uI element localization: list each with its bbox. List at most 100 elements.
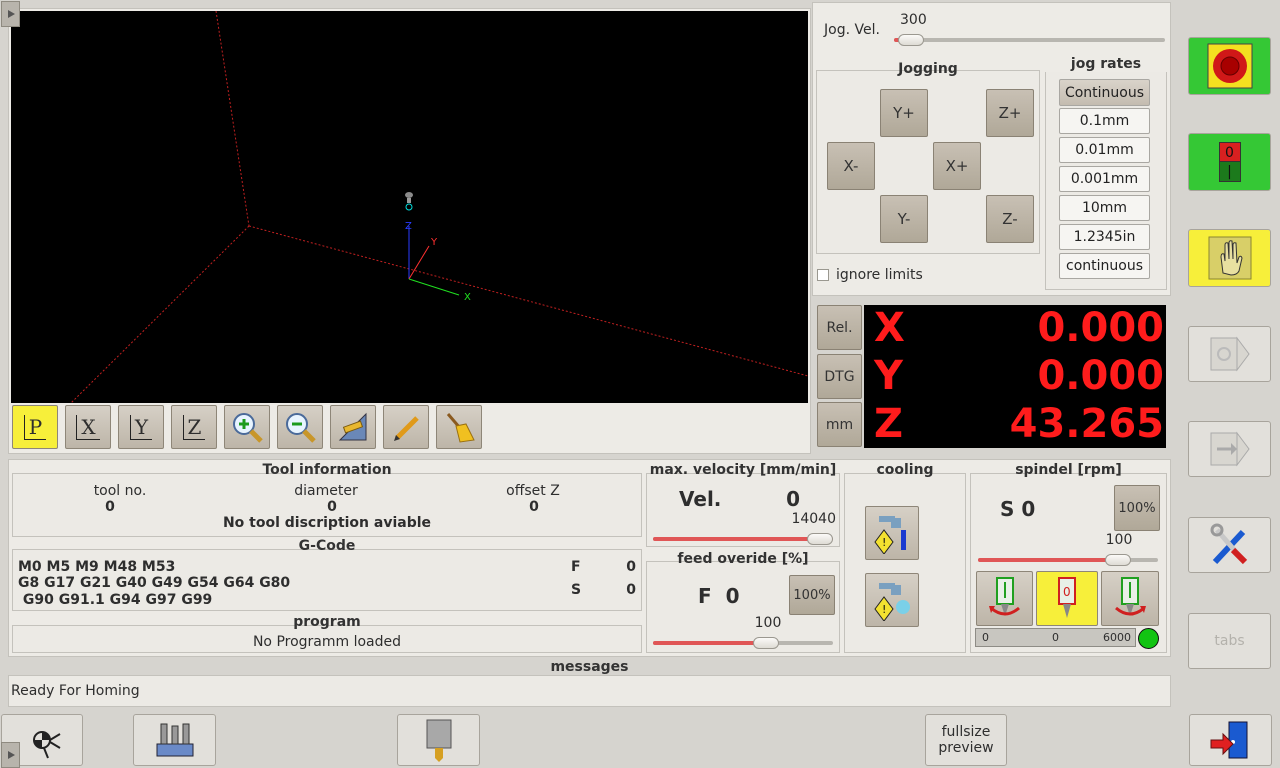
- emergency-stop-icon: [1207, 43, 1252, 89]
- feed-title: feed overide [%]: [677, 551, 809, 567]
- jog-rate-option[interactable]: continuous: [1059, 253, 1150, 279]
- velocity-fill: [653, 537, 833, 541]
- cooling-title: cooling: [876, 462, 934, 478]
- feed-slider[interactable]: [753, 637, 779, 649]
- mdi-mode-button[interactable]: [1188, 326, 1271, 382]
- jog-rate-option[interactable]: 1.2345in: [1059, 224, 1150, 250]
- jog-y-minus-button[interactable]: Y-: [880, 195, 928, 243]
- play-arrow-icon: [7, 751, 15, 759]
- measure-button[interactable]: [330, 405, 376, 449]
- coolant-mist-icon: !: [874, 583, 910, 621]
- jog-vel-value: 300: [900, 12, 927, 28]
- coolant-flood-button[interactable]: !: [865, 506, 919, 560]
- offset-z-value: 0: [529, 499, 539, 515]
- ignore-limits-label: ignore limits: [836, 267, 923, 283]
- spindle-ccw-button[interactable]: [976, 571, 1033, 626]
- tool-no-value: 0: [105, 499, 115, 515]
- touch-off-button[interactable]: [133, 714, 216, 766]
- gcode-line: M0 M5 M9 M48 M53: [18, 559, 176, 575]
- tools-icon: [1210, 523, 1247, 565]
- pencil-icon: [394, 416, 419, 441]
- diameter-value: 0: [327, 499, 337, 515]
- velocity-max: 14040: [791, 511, 836, 527]
- zoom-out-button[interactable]: [277, 405, 323, 449]
- jog-x-minus-button[interactable]: X-: [827, 142, 875, 190]
- spindle-stop-button[interactable]: 0: [1036, 571, 1098, 626]
- auto-arrow-icon: [1210, 431, 1250, 467]
- auto-mode-button[interactable]: [1188, 421, 1271, 477]
- tabs-button[interactable]: tabs: [1188, 613, 1271, 669]
- edit-button[interactable]: [383, 405, 429, 449]
- spindle-status-led: [1138, 628, 1159, 649]
- view-y-button[interactable]: Y: [118, 405, 164, 449]
- exit-door-icon: [1210, 721, 1247, 759]
- spindle-bar-min: 0: [982, 631, 989, 644]
- velocity-slider[interactable]: [807, 533, 833, 545]
- velocity-title: max. velocity [mm/min]: [649, 462, 837, 478]
- jog-rate-option[interactable]: 0.01mm: [1059, 137, 1150, 163]
- jog-vel-slider[interactable]: [898, 34, 924, 46]
- spindle-bar-current: 0: [1052, 631, 1059, 644]
- jog-rate-option[interactable]: 10mm: [1059, 195, 1150, 221]
- preview-svg: Z Y X: [70, 10, 809, 404]
- messages-title: messages: [550, 659, 629, 675]
- top-left-expand-button[interactable]: [1, 1, 20, 27]
- preview-canvas[interactable]: Z Y X: [11, 10, 809, 404]
- machine-power-button[interactable]: 0 |: [1188, 133, 1271, 191]
- jog-z-plus-button[interactable]: Z+: [986, 89, 1034, 137]
- feed-reset-button[interactable]: 100%: [789, 575, 835, 615]
- tool-description: No tool discription aviable: [222, 515, 432, 531]
- bottom-left-expand-button[interactable]: [1, 742, 20, 768]
- view-p-button[interactable]: P: [12, 405, 58, 449]
- power-off-label: 0: [1218, 142, 1241, 162]
- power-on-label: |: [1218, 162, 1241, 182]
- dro-rel-button[interactable]: Rel.: [817, 305, 862, 350]
- boundary-line: [215, 10, 250, 227]
- spindle-stop-icon: 0: [1058, 576, 1076, 618]
- clear-button[interactable]: [436, 405, 482, 449]
- settings-button[interactable]: [1188, 517, 1271, 573]
- messages-group: [8, 675, 1171, 707]
- jog-rate-continuous[interactable]: Continuous: [1059, 79, 1150, 106]
- gcode-f-label: F: [571, 559, 581, 575]
- coolant-mist-button[interactable]: !: [865, 573, 919, 627]
- jog-y-plus-button[interactable]: Y+: [880, 89, 928, 137]
- dro-y-axis: Y: [874, 353, 903, 399]
- hand-icon: [1208, 236, 1251, 280]
- z-axis-label: Z: [405, 221, 412, 232]
- view-x-button[interactable]: X: [65, 405, 111, 449]
- tool-change-button[interactable]: [397, 714, 480, 766]
- spindle-slider[interactable]: [1105, 554, 1131, 566]
- dro-units-button[interactable]: mm: [817, 402, 862, 447]
- spindle-ccw-icon: [988, 576, 1020, 616]
- view-z-button[interactable]: Z: [171, 405, 217, 449]
- spindle-label: S 0: [1000, 497, 1036, 521]
- zoom-in-button[interactable]: [224, 405, 270, 449]
- spindle-cw-button[interactable]: [1101, 571, 1159, 626]
- spindle-value: 100: [1105, 532, 1133, 548]
- dro-dtg-button[interactable]: DTG: [817, 354, 862, 399]
- ignore-limits-checkbox[interactable]: [817, 269, 829, 281]
- coolant-tap-icon: !: [874, 516, 906, 554]
- gcode-title: G-Code: [298, 538, 356, 554]
- spindle-bar-max: 6000: [1103, 631, 1131, 644]
- dro-x-value: 0.000: [1037, 305, 1164, 351]
- play-arrow-icon: [7, 10, 15, 18]
- jog-rate-option[interactable]: 0.1mm: [1059, 108, 1150, 134]
- homing-icon: [33, 731, 61, 759]
- offset-z-header: offset Z: [506, 483, 560, 499]
- spindle-reset-button[interactable]: 100%: [1114, 485, 1160, 531]
- jog-rate-option[interactable]: 0.001mm: [1059, 166, 1150, 192]
- gcode-s-value: 0: [626, 582, 636, 598]
- fullsize-preview-button[interactable]: fullsize preview: [925, 714, 1007, 766]
- view-p-label: P: [23, 414, 47, 440]
- estop-button[interactable]: [1188, 37, 1271, 95]
- jog-vel-track: [894, 38, 1165, 42]
- jog-rates-title: jog rates: [1045, 56, 1167, 72]
- jog-z-minus-button[interactable]: Z-: [986, 195, 1034, 243]
- power-toggle-icon: 0 |: [1218, 142, 1241, 182]
- exit-button[interactable]: [1189, 714, 1272, 766]
- zoom-in-icon: [233, 413, 263, 443]
- jog-x-plus-button[interactable]: X+: [933, 142, 981, 190]
- manual-mode-button[interactable]: [1188, 229, 1271, 287]
